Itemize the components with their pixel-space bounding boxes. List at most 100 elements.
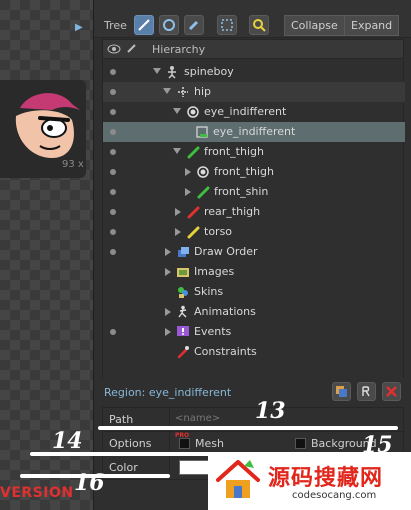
visibility-dot-icon[interactable]	[110, 109, 116, 115]
bone-red-icon	[187, 206, 200, 219]
tree-item-label: Animations	[194, 305, 256, 318]
expand-arrow-icon[interactable]	[165, 268, 171, 276]
tree-item-constraints[interactable]: Constraints	[103, 342, 405, 362]
visibility-dot-icon[interactable]	[110, 169, 116, 175]
path-label: Path	[109, 413, 134, 426]
expand-arrow-icon[interactable]	[165, 328, 171, 336]
delete-x-icon	[386, 386, 397, 397]
background-checkbox[interactable]	[295, 438, 306, 449]
panel-toggle-arrow-icon[interactable]: ▶	[75, 22, 83, 33]
region-attachment-icon	[196, 126, 208, 138]
tree-item-images[interactable]: Images	[103, 262, 405, 282]
tree-item-label: Constraints	[194, 345, 257, 358]
circle-icon	[163, 19, 175, 31]
eye-icon[interactable]	[107, 43, 121, 55]
annotation-number-13: 13	[255, 398, 286, 424]
tree-item-label: spineboy	[184, 65, 234, 78]
images-folder-icon	[177, 268, 189, 277]
tree-item-bone-rear-thigh[interactable]: rear_thigh	[103, 202, 405, 222]
expand-arrow-icon[interactable]	[185, 188, 191, 196]
visibility-dot-icon[interactable]	[110, 89, 116, 95]
hierarchy-tree: spineboy hip eye_indifferent eye_indiffe…	[102, 60, 405, 378]
watermark-title: 源码搜藏网	[268, 466, 384, 491]
expand-arrow-icon[interactable]	[153, 68, 161, 74]
tree-item-label: rear_thigh	[204, 205, 261, 218]
tree-item-slot-eye-indifferent[interactable]: eye_indifferent	[103, 102, 405, 122]
weights-tool-button[interactable]	[159, 15, 179, 35]
pen-icon	[188, 20, 199, 31]
expand-arrow-icon[interactable]	[185, 168, 191, 176]
tree-item-bone-front-shin[interactable]: front_shin	[103, 182, 405, 202]
visibility-dot-icon[interactable]	[110, 189, 116, 195]
events-icon	[177, 326, 189, 336]
tree-item-label: hip	[194, 85, 212, 98]
tree-label: Tree	[104, 19, 127, 32]
visibility-dot-icon[interactable]	[110, 149, 116, 155]
tree-item-bone-front-thigh[interactable]: front_thigh	[103, 142, 405, 162]
mesh-checkbox[interactable]	[179, 438, 190, 449]
tree-item-bone-torso[interactable]: torso	[103, 222, 405, 242]
search-tool-button[interactable]	[249, 15, 269, 35]
bone-root-icon	[178, 87, 188, 97]
tree-item-label: Skins	[194, 285, 224, 298]
tree-item-region-eye-indifferent[interactable]: eye_indifferent	[103, 122, 405, 142]
visibility-dot-icon[interactable]	[110, 209, 116, 215]
slot-icon	[197, 166, 209, 178]
thumbnail-size-label: 93 x	[62, 159, 84, 170]
collapse-button[interactable]: Collapse	[284, 15, 345, 36]
tree-item-skins[interactable]: Skins	[103, 282, 405, 302]
expand-arrow-icon[interactable]	[173, 148, 181, 154]
tree-item-label: eye_indifferent	[213, 125, 296, 138]
annotation-line	[98, 426, 398, 430]
tree-item-label: front_thigh	[214, 165, 274, 178]
tree-toolbar: Tree Collapse Expand	[94, 0, 411, 38]
rename-icon	[362, 386, 370, 397]
bone-yellow-icon	[187, 226, 200, 239]
delete-button[interactable]	[382, 382, 401, 401]
expand-arrow-icon[interactable]	[175, 228, 181, 236]
mesh-label: Mesh	[195, 437, 224, 450]
visibility-dot-icon[interactable]	[110, 229, 116, 235]
frame-icon	[221, 19, 233, 31]
constraints-icon	[177, 346, 189, 359]
tree-item-slot-front-thigh[interactable]: front_thigh	[103, 162, 405, 182]
tree-item-hip[interactable]: hip	[103, 82, 405, 102]
frame-tool-button[interactable]	[217, 15, 237, 35]
version-text: VERSION	[0, 485, 74, 501]
house-logo-icon	[216, 460, 260, 498]
tree-item-animations[interactable]: Animations	[103, 302, 405, 322]
annotation-number-16: 16	[74, 470, 105, 496]
tree-item-label: Draw Order	[194, 245, 258, 258]
set-parent-button[interactable]	[332, 382, 351, 401]
tree-item-spineboy[interactable]: spineboy	[103, 62, 405, 82]
expand-button[interactable]: Expand	[344, 15, 400, 36]
visibility-dot-icon[interactable]	[110, 329, 116, 335]
hierarchy-label: Hierarchy	[152, 43, 206, 56]
visibility-dot-icon[interactable]	[110, 129, 116, 135]
tree-item-events[interactable]: Events	[103, 322, 405, 342]
rename-button[interactable]	[357, 382, 376, 401]
expand-arrow-icon[interactable]	[173, 108, 181, 114]
expand-arrow-icon[interactable]	[175, 208, 181, 216]
animations-icon	[178, 305, 187, 318]
visibility-dot-icon[interactable]	[110, 69, 116, 75]
options-label: Options	[109, 437, 152, 450]
pen-tool-button[interactable]	[184, 15, 204, 35]
expand-arrow-icon[interactable]	[165, 308, 171, 316]
tree-item-label: torso	[204, 225, 233, 238]
tree-item-draw-order[interactable]: Draw Order	[103, 242, 405, 262]
skeleton-icon	[168, 66, 176, 79]
search-icon	[253, 19, 266, 32]
bone-green-icon	[187, 146, 200, 159]
slot-icon	[187, 106, 199, 118]
expand-arrow-icon[interactable]	[165, 248, 171, 256]
bone-tool-button[interactable]	[134, 15, 154, 35]
color-label: Color	[109, 461, 138, 474]
pro-badge: PRO	[175, 432, 190, 439]
annotation-number-14: 14	[52, 428, 83, 454]
visibility-dot-icon[interactable]	[110, 249, 116, 255]
expand-arrow-icon[interactable]	[163, 88, 171, 94]
brush-icon	[138, 19, 150, 31]
properties-header: Region: eye_indifferent	[102, 380, 404, 404]
link-icon[interactable]	[125, 42, 139, 56]
